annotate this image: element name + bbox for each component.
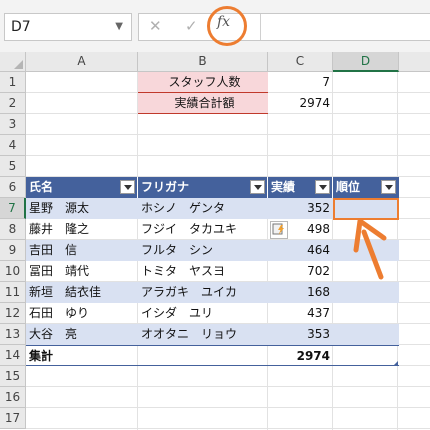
arrow-icon — [353, 218, 387, 280]
